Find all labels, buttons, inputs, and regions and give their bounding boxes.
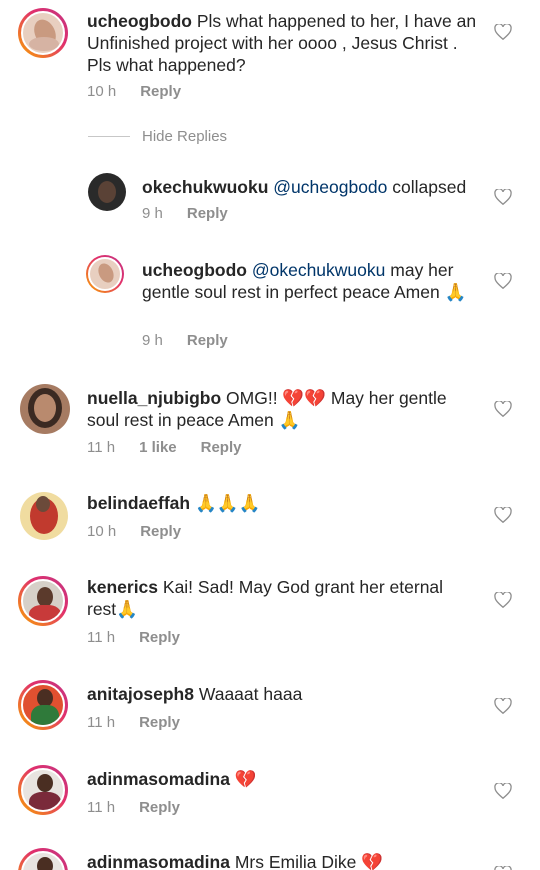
- comment-username[interactable]: belindaeffah: [87, 493, 190, 513]
- reply-text: ucheogbodo @okechukwuoku may her gentle …: [142, 259, 482, 303]
- avatar[interactable]: [20, 384, 70, 434]
- reply-button[interactable]: Reply: [187, 332, 228, 349]
- comment-text: nuella_njubigbo OMG!! 💔💔 May her gentle …: [87, 387, 477, 431]
- heart-icon[interactable]: [494, 401, 512, 417]
- reply-button[interactable]: Reply: [201, 439, 242, 456]
- comment-text: kenerics Kai! Sad! May God grant her ete…: [87, 576, 477, 620]
- comment-item: kenerics Kai! Sad! May God grant her ete…: [0, 570, 540, 660]
- avatar[interactable]: [86, 255, 124, 293]
- timestamp: 11 h: [87, 799, 116, 816]
- heart-icon[interactable]: [494, 866, 512, 870]
- comment-username[interactable]: adinmasomadina: [87, 769, 230, 789]
- heart-icon[interactable]: [494, 698, 512, 714]
- reply-text: okechukwuoku @ucheogbodo collapsed: [142, 176, 482, 198]
- reply-button[interactable]: Reply: [140, 523, 181, 540]
- reply-username[interactable]: okechukwuoku: [142, 177, 268, 197]
- comment-meta: 11 h 1 like Reply: [87, 439, 241, 456]
- timestamp: 9 h: [142, 332, 163, 349]
- mention-link[interactable]: @ucheogbodo: [268, 177, 387, 197]
- comment-meta: 11 h Reply: [87, 629, 180, 646]
- timestamp: 11 h: [87, 629, 116, 646]
- divider: [88, 136, 130, 137]
- comment-text: ucheogbodo Pls what happened to her, I h…: [87, 10, 477, 76]
- timestamp: 11 h: [87, 714, 116, 731]
- comment-meta: 11 h Reply: [87, 799, 180, 816]
- avatar[interactable]: [18, 848, 68, 870]
- reply-item: okechukwuoku @ucheogbodo collapsed 9 h R…: [0, 170, 540, 230]
- likes-count[interactable]: 1 like: [139, 439, 177, 456]
- avatar[interactable]: [18, 765, 68, 815]
- comment-body: Waaaat haaa: [193, 684, 303, 704]
- hide-replies-label: Hide Replies: [142, 128, 228, 145]
- timestamp: 10 h: [87, 523, 117, 540]
- avatar[interactable]: [18, 8, 68, 58]
- comment-username[interactable]: nuella_njubigbo: [87, 388, 221, 408]
- comment-item: adinmasomadina 💔 11 h Reply: [0, 762, 540, 837]
- timestamp: 10 h: [87, 83, 117, 100]
- comment-meta: 10 h Reply: [87, 523, 181, 540]
- reply-button[interactable]: Reply: [139, 799, 180, 816]
- comment-item: ucheogbodo Pls what happened to her, I h…: [0, 0, 540, 120]
- reply-username[interactable]: ucheogbodo: [142, 260, 247, 280]
- avatar[interactable]: [18, 576, 68, 626]
- reply-button[interactable]: Reply: [140, 83, 181, 100]
- reply-button[interactable]: Reply: [139, 714, 180, 731]
- reply-button[interactable]: Reply: [187, 205, 228, 222]
- reply-item: ucheogbodo @okechukwuoku may her gentle …: [0, 250, 540, 360]
- reply-body: collapsed: [387, 177, 467, 197]
- avatar[interactable]: [20, 492, 68, 540]
- reply-meta: 9 h Reply: [142, 205, 228, 222]
- comment-text: adinmasomadina Mrs Emilia Dike 💔: [87, 851, 477, 870]
- comment-body: Mrs Emilia Dike 💔: [229, 852, 384, 870]
- comment-username[interactable]: adinmasomadina: [87, 852, 230, 870]
- comment-meta: 11 h Reply: [87, 714, 180, 731]
- heart-icon[interactable]: [494, 273, 512, 289]
- hide-replies-button[interactable]: Hide Replies: [88, 128, 227, 145]
- heart-icon[interactable]: [494, 507, 512, 523]
- comment-meta: 10 h Reply: [87, 83, 181, 100]
- comment-item: belindaeffah 🙏🙏🙏 10 h Reply: [0, 485, 540, 560]
- comment-text: adinmasomadina 💔: [87, 768, 477, 790]
- comment-body: 🙏🙏🙏: [190, 493, 261, 513]
- mention-link[interactable]: @okechukwuoku: [247, 260, 386, 280]
- comment-item: nuella_njubigbo OMG!! 💔💔 May her gentle …: [0, 380, 540, 470]
- avatar[interactable]: [18, 680, 68, 730]
- avatar[interactable]: [88, 173, 126, 211]
- comment-username[interactable]: kenerics: [87, 577, 158, 597]
- heart-icon[interactable]: [494, 24, 512, 40]
- reply-button[interactable]: Reply: [139, 629, 180, 646]
- comment-item: adinmasomadina Mrs Emilia Dike 💔: [0, 845, 540, 870]
- timestamp: 9 h: [142, 205, 163, 222]
- comment-body: 💔: [229, 769, 257, 789]
- comment-text: anitajoseph8 Waaaat haaa: [87, 683, 477, 705]
- comment-username[interactable]: ucheogbodo: [87, 11, 192, 31]
- comment-item: anitajoseph8 Waaaat haaa 11 h Reply: [0, 677, 540, 752]
- reply-meta: 9 h Reply: [142, 332, 228, 349]
- heart-icon[interactable]: [494, 189, 512, 205]
- timestamp: 11 h: [87, 439, 116, 456]
- heart-icon[interactable]: [494, 592, 512, 608]
- heart-icon[interactable]: [494, 783, 512, 799]
- comment-text: belindaeffah 🙏🙏🙏: [87, 492, 477, 514]
- comment-username[interactable]: anitajoseph8: [87, 684, 194, 704]
